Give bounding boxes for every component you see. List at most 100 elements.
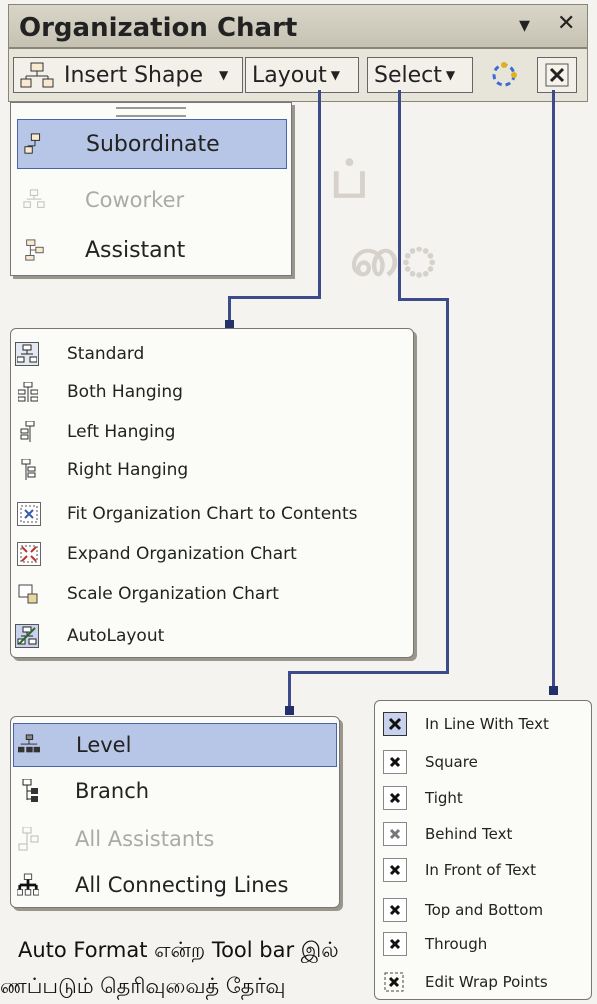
menu-item-label: Tight (425, 789, 463, 807)
menu-item-label: Behind Text (425, 825, 513, 843)
menu-item-behind-text[interactable]: Behind Text (375, 817, 591, 851)
caption-text: Auto Format என்ற Tool bar இல் ணப்படும் த… (0, 932, 370, 1004)
select-menu: Level Branch All Assistants All Connecti… (10, 716, 340, 908)
background-text-2: ை (350, 228, 439, 288)
layout-button[interactable]: Layout ▼ (245, 57, 359, 93)
menu-item-left-hanging[interactable]: Left Hanging (11, 415, 413, 449)
menu-item-label: Edit Wrap Points (425, 973, 548, 991)
scale-chart-icon (17, 583, 39, 605)
insert-shape-button[interactable]: Insert Shape ▼ (13, 57, 243, 93)
chevron-down-icon: ▼ (218, 68, 229, 82)
menu-item-label: Coworker (85, 188, 185, 212)
menu-item-label: Fit Organization Chart to Contents (67, 504, 358, 524)
insert-shape-menu: Subordinate Coworker Assistant (10, 102, 292, 276)
select-label: Select (374, 62, 442, 88)
all-assistants-icon (17, 827, 39, 851)
insert-shape-label: Insert Shape (64, 62, 203, 88)
menu-item-label: Square (425, 753, 478, 771)
through-wrap-icon (383, 932, 407, 956)
menu-item-top-and-bottom[interactable]: Top and Bottom (375, 893, 591, 927)
close-icon[interactable]: ✕ (557, 11, 575, 36)
menu-item-level[interactable]: Level (13, 723, 337, 767)
menu-item-coworker[interactable]: Coworker (11, 175, 291, 225)
menu-item-assistant[interactable]: Assistant (11, 225, 291, 275)
fit-chart-icon (17, 502, 41, 526)
menu-item-edit-wrap-points[interactable]: Edit Wrap Points (375, 965, 591, 999)
layout-connector-v1 (318, 90, 321, 298)
background-text-1: ப் (330, 150, 369, 210)
select-button[interactable]: Select ▼ (367, 57, 473, 93)
toolbar-options-icon[interactable]: ▾ (519, 13, 530, 38)
text-wrapping-button[interactable] (537, 57, 577, 93)
menu-item-label: Both Hanging (67, 382, 183, 402)
menu-item-scale-chart[interactable]: Scale Organization Chart (11, 577, 413, 611)
expand-chart-icon (17, 542, 41, 566)
select-connector-dot (285, 706, 294, 715)
menu-item-label: Subordinate (86, 131, 220, 157)
menu-item-in-line-with-text[interactable]: In Line With Text (375, 707, 591, 741)
menu-item-label: Branch (75, 779, 150, 803)
menu-item-square[interactable]: Square (375, 745, 591, 779)
menu-item-through[interactable]: Through (375, 927, 591, 961)
assistant-icon (23, 239, 45, 261)
menu-item-tight[interactable]: Tight (375, 781, 591, 815)
menu-item-label: Right Hanging (67, 460, 189, 480)
top-and-bottom-icon (383, 898, 407, 922)
chevron-down-icon: ▼ (445, 68, 456, 82)
window-title: Organization Chart (19, 13, 298, 43)
chevron-down-icon: ▼ (330, 68, 341, 82)
layout-label: Layout (252, 62, 327, 88)
wrap-connector-v (552, 90, 555, 690)
select-connector-h1 (398, 298, 448, 301)
left-hanging-icon (17, 421, 39, 443)
menu-item-label: All Connecting Lines (75, 873, 289, 897)
menu-item-branch[interactable]: Branch (11, 769, 339, 813)
menu-item-label: Level (76, 733, 132, 757)
all-connecting-lines-icon (17, 873, 39, 896)
menu-item-label: AutoLayout (67, 626, 165, 646)
insert-shape-icon (20, 62, 54, 88)
caption-line-1: Auto Format என்ற Tool bar இல் (18, 938, 339, 962)
menu-item-subordinate[interactable]: Subordinate (17, 119, 287, 169)
menu-item-label: In Front of Text (425, 861, 536, 879)
menu-item-label: Standard (67, 344, 145, 364)
menu-item-label: In Line With Text (425, 715, 549, 733)
menu-item-label: Left Hanging (67, 422, 176, 442)
subordinate-icon (24, 133, 46, 155)
window-title-bar[interactable]: Organization Chart ▾ ✕ (8, 4, 588, 48)
menu-item-label: Scale Organization Chart (67, 584, 279, 604)
text-wrapping-menu: In Line With Text Square Tight Behind Te… (374, 700, 592, 1000)
select-connector-v3 (288, 671, 291, 709)
menu-item-label: Expand Organization Chart (67, 544, 297, 564)
menu-item-standard[interactable]: Standard (11, 337, 413, 371)
in-line-with-text-icon (383, 712, 407, 736)
menu-item-label: Through (425, 935, 488, 953)
org-chart-toolbar: Insert Shape ▼ Layout ▼ Select ▼ (8, 48, 588, 102)
menu-item-right-hanging[interactable]: Right Hanging (11, 453, 413, 487)
autoformat-icon (492, 62, 517, 87)
branch-icon (17, 779, 39, 802)
layout-menu: Standard Both Hanging Left Hanging Right… (10, 328, 414, 658)
menu-item-autolayout[interactable]: AutoLayout (11, 619, 413, 653)
menu-item-all-connecting-lines[interactable]: All Connecting Lines (11, 863, 339, 907)
menu-grip[interactable] (116, 107, 186, 117)
select-connector-v1 (398, 90, 401, 300)
level-icon (18, 734, 40, 756)
caption-line-2: ணப்படும் தெரிவுவைத் தேர்வு (0, 974, 286, 998)
menu-item-both-hanging[interactable]: Both Hanging (11, 375, 413, 409)
edit-wrap-points-icon (383, 971, 405, 993)
behind-text-icon (383, 822, 407, 846)
both-hanging-icon (17, 381, 39, 403)
layout-connector-h (228, 296, 321, 299)
tight-wrap-icon (383, 786, 407, 810)
menu-item-in-front-of-text[interactable]: In Front of Text (375, 853, 591, 887)
menu-item-fit-chart[interactable]: Fit Organization Chart to Contents (11, 497, 413, 531)
menu-item-expand-chart[interactable]: Expand Organization Chart (11, 537, 413, 571)
autolayout-icon (15, 624, 39, 648)
menu-item-all-assistants[interactable]: All Assistants (11, 817, 339, 861)
right-hanging-icon (17, 459, 39, 481)
autoformat-button[interactable] (483, 57, 527, 93)
menu-item-label: Top and Bottom (425, 901, 544, 919)
in-front-of-text-icon (383, 858, 407, 882)
coworker-icon (23, 189, 45, 211)
